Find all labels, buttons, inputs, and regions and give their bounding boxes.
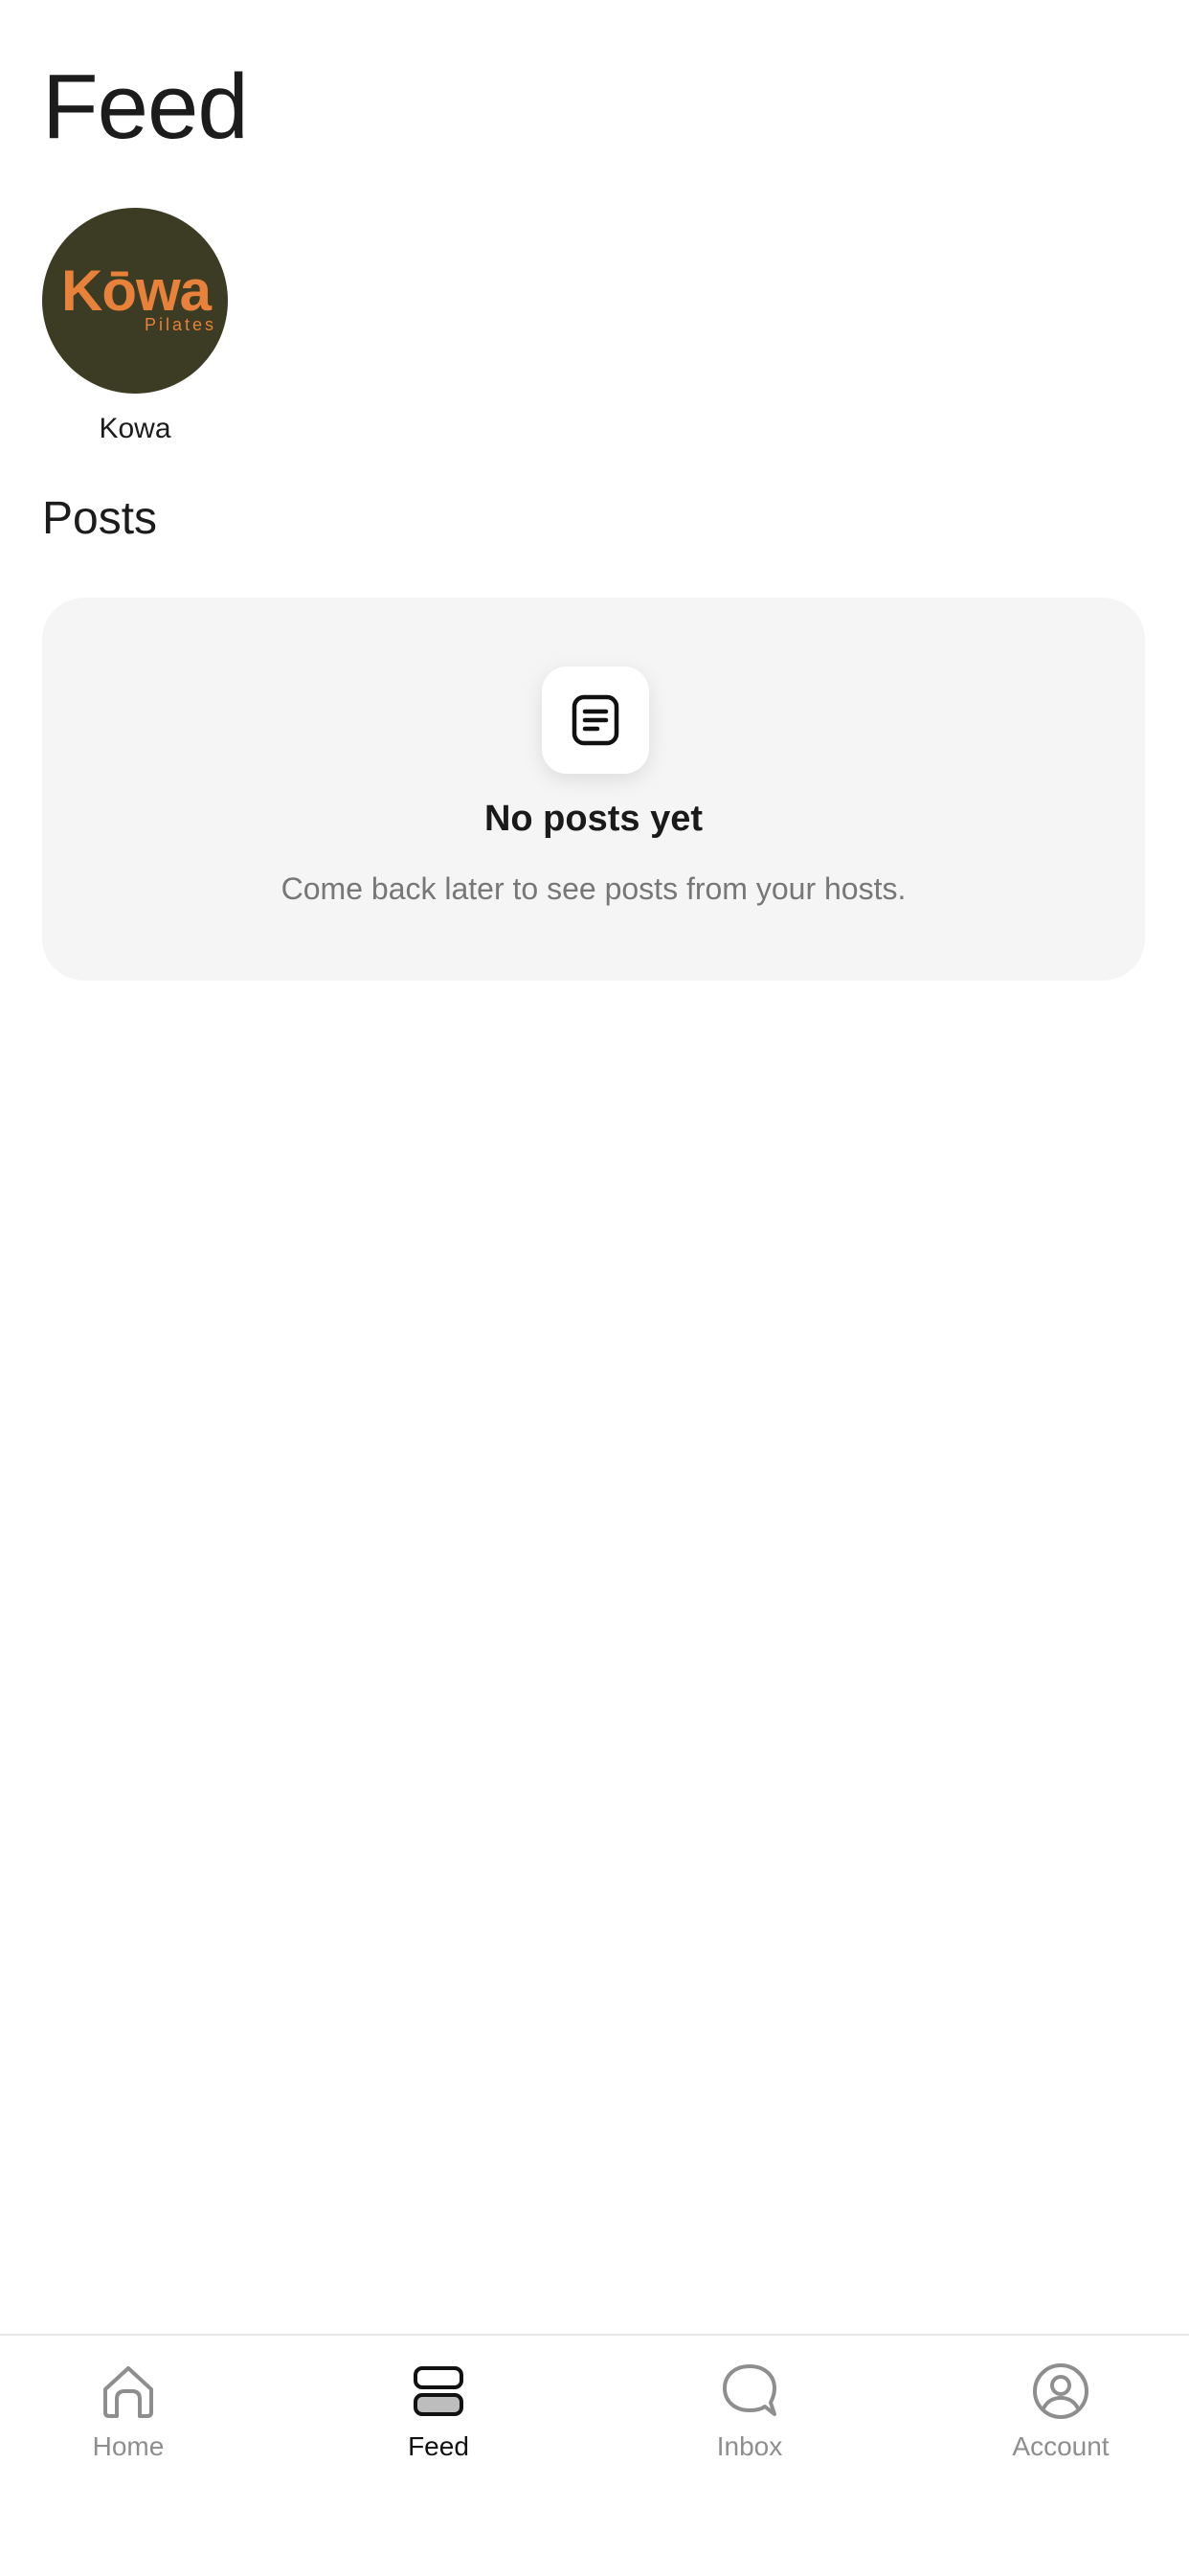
bottom-tab-bar: Home Feed Inbox Account xyxy=(0,2334,1189,2576)
tab-label-home: Home xyxy=(92,2431,165,2461)
tab-label-inbox: Inbox xyxy=(716,2431,783,2461)
posts-section-title: Posts xyxy=(42,493,158,544)
tab-label-feed: Feed xyxy=(408,2431,469,2461)
empty-state-icon-box xyxy=(542,667,649,774)
tab-home[interactable]: Home xyxy=(33,2361,224,2462)
avatar[interactable]: Kōwa Pilates xyxy=(42,208,228,394)
home-icon xyxy=(103,2366,153,2418)
host-logo-subtext: Pilates xyxy=(144,315,216,334)
host-kowa[interactable]: Kōwa Pilates Kowa xyxy=(42,208,228,445)
account-icon xyxy=(1033,2363,1088,2419)
host-name: Kowa xyxy=(99,413,171,444)
page-title: Feed xyxy=(42,56,249,158)
chat-bubble-icon xyxy=(723,2364,776,2416)
document-icon xyxy=(572,694,619,746)
empty-posts-card: No posts yet Come back later to see post… xyxy=(42,598,1145,981)
empty-state-title: No posts yet xyxy=(483,799,704,839)
tab-account[interactable]: Account xyxy=(965,2361,1156,2462)
tab-label-account: Account xyxy=(1012,2431,1110,2461)
empty-state-subtitle: Come back later to see posts from your h… xyxy=(280,871,907,906)
tab-feed[interactable]: Feed xyxy=(343,2361,534,2462)
tab-inbox[interactable]: Inbox xyxy=(654,2361,845,2462)
feed-icon xyxy=(414,2366,463,2416)
